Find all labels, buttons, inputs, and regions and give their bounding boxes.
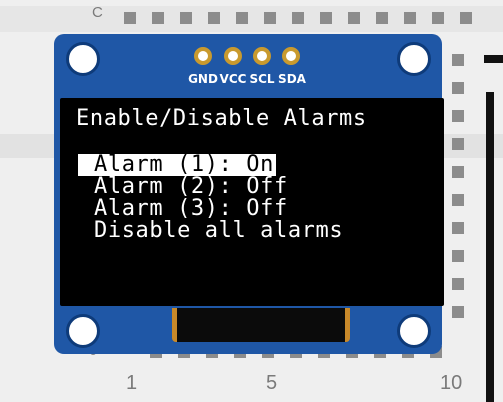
jumper-wire-end[interactable] (484, 55, 503, 63)
breadboard-hole (404, 12, 416, 24)
mount-hole-bottom-left (66, 314, 100, 348)
pin-scl[interactable] (253, 47, 271, 65)
breadboard-hole (452, 222, 464, 234)
menu-item-alarm-3[interactable]: Alarm (3): Off (94, 198, 288, 220)
row-label-c: C (92, 4, 103, 21)
breadboard-hole (452, 54, 464, 66)
breadboard-hole (376, 12, 388, 24)
breadboard-hole (452, 110, 464, 122)
menu-item-alarm-2[interactable]: Alarm (2): Off (94, 176, 288, 198)
breadboard-hole (236, 12, 248, 24)
column-label-10: 10 (440, 372, 463, 394)
breadboard-hole (124, 12, 136, 24)
jumper-wire[interactable] (486, 92, 494, 402)
pin-gnd[interactable] (194, 47, 212, 65)
breadboard-hole (152, 12, 164, 24)
mount-hole-top-left (66, 42, 100, 76)
breadboard-hole (460, 12, 472, 24)
pin-sda[interactable] (282, 47, 300, 65)
breadboard-rail-top (0, 6, 503, 32)
breadboard-hole (180, 12, 192, 24)
flex-cable (172, 308, 350, 342)
mount-hole-bottom-right (397, 314, 431, 348)
breadboard-hole (208, 12, 220, 24)
pin-vcc[interactable] (224, 47, 242, 65)
oled-screen: Enable/Disable Alarms Alarm (1): On Alar… (60, 98, 444, 306)
breadboard-hole (452, 250, 464, 262)
pin-label-sda: SDA (278, 72, 306, 86)
breadboard-hole (452, 82, 464, 94)
breadboard-hole (348, 12, 360, 24)
breadboard-hole (452, 138, 464, 150)
oled-title: Enable/Disable Alarms (76, 106, 367, 131)
column-label-5: 5 (266, 372, 278, 394)
breadboard-hole (452, 306, 464, 318)
breadboard-hole (452, 166, 464, 178)
breadboard-hole (452, 278, 464, 290)
mount-hole-top-right (397, 42, 431, 76)
breadboard-hole (320, 12, 332, 24)
breadboard-hole (264, 12, 276, 24)
breadboard-hole (432, 12, 444, 24)
column-label-1: 1 (126, 372, 138, 394)
breadboard-hole (292, 12, 304, 24)
menu-item-disable-all[interactable]: Disable all alarms (94, 220, 343, 242)
menu-item-alarm-1[interactable]: Alarm (1): On (78, 154, 276, 176)
breadboard-hole (452, 194, 464, 206)
